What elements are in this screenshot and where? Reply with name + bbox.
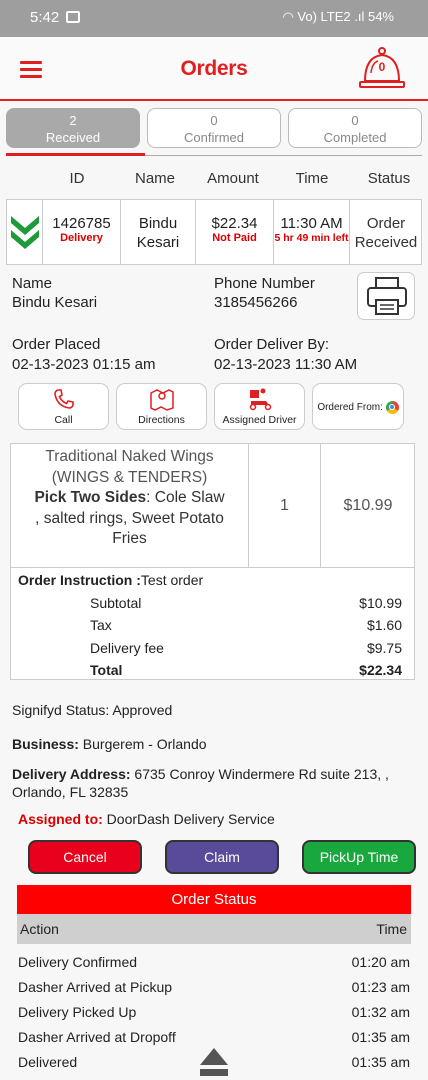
item-qty: 1 (249, 444, 321, 567)
deliver-label: Order Deliver By: (214, 336, 330, 353)
clock: 5:42 (30, 9, 60, 26)
directions-button[interactable]: Directions (116, 383, 207, 430)
col-time: Time (295, 170, 329, 187)
order-instruction: Order Instruction :Test order (18, 572, 204, 588)
order-status-title: Order Status (17, 885, 411, 914)
payment-status: Not Paid (212, 232, 257, 244)
placed-label: Order Placed (12, 336, 101, 353)
assigned-driver-button[interactable]: Assigned Driver (214, 383, 305, 430)
placed-datetime: 02-13-2023 01:15 am (12, 356, 156, 373)
business: Business: Burgerem - Orlando (12, 736, 207, 752)
tab-received[interactable]: 2 Received (6, 108, 140, 148)
order-type: Delivery (60, 232, 103, 244)
order-items-table: Traditional Naked Wings (WINGS & TENDERS… (10, 443, 415, 680)
item-price: $10.99 (343, 497, 393, 514)
amount-cell: $22.34 Not Paid (196, 200, 274, 264)
call-button[interactable]: Call (18, 383, 109, 430)
customer-name-cell: Bindu Kesari (121, 200, 196, 264)
total-value: $22.34 (359, 662, 402, 678)
subtotal-label: Subtotal (90, 595, 142, 611)
tax-label: Tax (90, 617, 112, 633)
status-indicators: ◠ Vo) LTE2 .ıl 54% (282, 9, 394, 24)
time-cell: 11:30 AM 5 hr 49 min left (274, 200, 350, 264)
delivery-address: Delivery Address: 6735 Conroy Windermere… (12, 766, 389, 800)
order-status-header: Action Time (17, 914, 411, 944)
customer-name: Bindu Kesari (12, 294, 98, 311)
map-icon (149, 389, 174, 411)
claim-button[interactable]: Claim (165, 840, 279, 874)
wifi-icon: ◠ (282, 9, 294, 24)
tab-confirmed[interactable]: 0 Confirmed (147, 108, 281, 148)
order-id: 1426785 (52, 215, 111, 232)
col-status: Status (367, 170, 411, 187)
phone-number[interactable]: 3185456266 (214, 294, 297, 311)
col-id: ID (69, 170, 85, 187)
cancel-button[interactable]: Cancel (28, 840, 142, 874)
delivery-fee-value: $9.75 (366, 640, 402, 656)
subtotal-value: $10.99 (359, 595, 402, 611)
phone-icon (53, 389, 74, 409)
order-row[interactable]: 1426785 Delivery Bindu Kesari $22.34 Not… (6, 199, 422, 265)
order-id-cell: 1426785 Delivery (43, 200, 121, 264)
col-amount: Amount (207, 170, 259, 187)
delivery-scooter-icon (249, 388, 271, 411)
chrome-icon (385, 400, 399, 414)
printer-icon[interactable] (357, 272, 415, 320)
tab-completed[interactable]: 0 Completed (288, 108, 422, 148)
app-bar: Orders 0 (0, 37, 428, 101)
signifyd-status: Signifyd Status: Approved (12, 702, 173, 718)
scroll-up-icon[interactable] (199, 1046, 229, 1080)
pickup-time-button[interactable]: PickUp Time (302, 840, 416, 874)
service-bell-icon[interactable]: 0 (358, 43, 406, 93)
ordered-from-button[interactable]: Ordered From: (312, 383, 404, 430)
amount: $22.34 (211, 215, 258, 232)
col-name: Name (134, 170, 175, 187)
expand-chevron-icon[interactable] (7, 200, 43, 264)
time-left: 5 hr 49 min left (274, 232, 349, 244)
deliver-datetime: 02-13-2023 11:30 AM (214, 356, 358, 373)
status-cell: Order Received (354, 215, 418, 251)
tab-indicator (6, 153, 145, 156)
bell-count: 0 (378, 60, 386, 74)
name-label: Name (12, 275, 53, 292)
tax-value: $1.60 (366, 617, 402, 633)
assigned-to: Assigned to: DoorDash Delivery Service (18, 811, 275, 827)
total-label: Total (90, 662, 123, 678)
phone-label: Phone Number (214, 275, 315, 292)
item-description: Traditional Naked Wings (WINGS & TENDERS… (11, 444, 249, 567)
image-notification-icon (66, 11, 80, 23)
delivery-time: 11:30 AM (280, 215, 343, 232)
status-bar: 5:42 ◠ Vo) LTE2 .ıl 54% (0, 0, 428, 37)
delivery-fee-label: Delivery fee (90, 640, 164, 656)
